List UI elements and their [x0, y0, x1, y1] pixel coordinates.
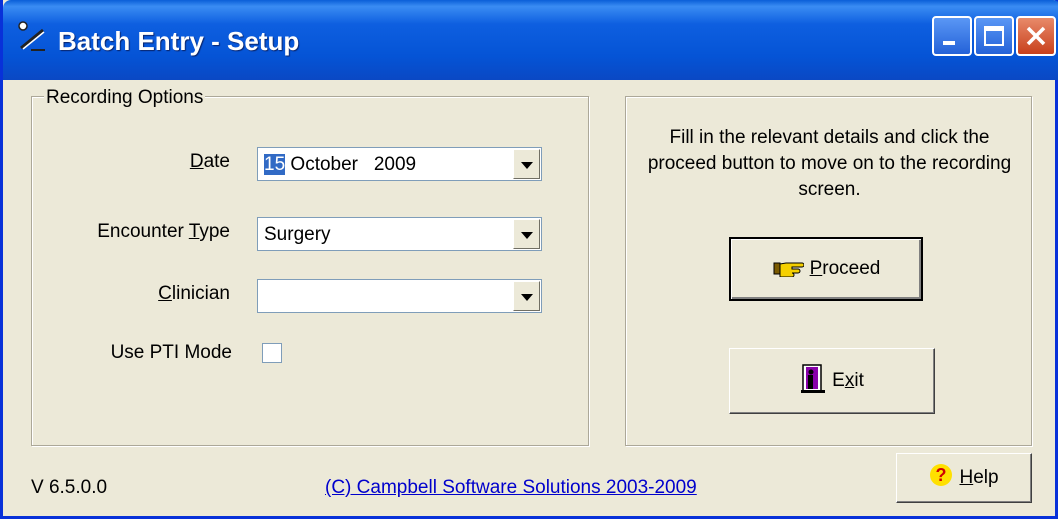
- window-title: Batch Entry - Setup: [58, 26, 300, 56]
- clinician-dropdown-button[interactable]: [513, 281, 540, 311]
- encounter-type-select[interactable]: Surgery: [257, 217, 542, 251]
- encounter-type-label: Encounter Type: [97, 221, 230, 242]
- hand-pointer-icon: [772, 255, 805, 283]
- clinician-label: Clinician: [158, 283, 230, 304]
- pti-mode-label: Use PTI Mode: [110, 342, 232, 363]
- encounter-type-value: Surgery: [264, 224, 331, 245]
- clinician-select[interactable]: [257, 279, 542, 313]
- date-picker[interactable]: 15 October 2009: [257, 147, 542, 181]
- svg-text:?: ?: [936, 465, 947, 485]
- close-icon: [1026, 26, 1046, 46]
- maximize-button[interactable]: [974, 16, 1014, 56]
- minimize-icon: [943, 41, 955, 45]
- version-text: V 6.5.0.0: [31, 477, 108, 498]
- door-exit-icon: [800, 362, 826, 400]
- recording-options-legend: Recording Options: [44, 87, 206, 109]
- instructions-group: Fill in the relevant details and click t…: [625, 96, 1032, 446]
- proceed-label: Proceed: [809, 258, 881, 279]
- instructions-text: Fill in the relevant details and click t…: [647, 127, 1012, 200]
- close-button[interactable]: [1016, 16, 1056, 56]
- exit-button[interactable]: Exit: [729, 348, 935, 414]
- title-bar[interactable]: Batch Entry - Setup: [3, 0, 1058, 80]
- exit-label: Exit: [832, 370, 864, 391]
- date-dropdown-button[interactable]: [513, 149, 540, 179]
- app-icon: [17, 20, 47, 54]
- help-button[interactable]: ? Help: [896, 453, 1032, 503]
- encounter-type-dropdown-button[interactable]: [513, 219, 540, 249]
- proceed-button[interactable]: Proceed: [729, 237, 923, 301]
- copyright-link[interactable]: (C) Campbell Software Solutions 2003-200…: [325, 477, 697, 499]
- help-label: Help: [959, 467, 999, 488]
- maximize-icon: [984, 26, 1004, 46]
- date-month-year: October 2009: [285, 154, 417, 175]
- recording-options-group: Recording Options Date 15 October 2009 E…: [31, 87, 589, 446]
- batch-entry-setup-window: Batch Entry - Setup Recording Options Da…: [0, 0, 1058, 519]
- date-day: 15: [264, 154, 286, 175]
- date-label: Date: [189, 151, 230, 172]
- question-icon: ?: [929, 463, 953, 493]
- pti-mode-checkbox[interactable]: [262, 343, 282, 363]
- client-area: Recording Options Date 15 October 2009 E…: [3, 80, 1055, 516]
- date-value: 15 October 2009: [264, 154, 416, 176]
- minimize-button[interactable]: [932, 16, 972, 56]
